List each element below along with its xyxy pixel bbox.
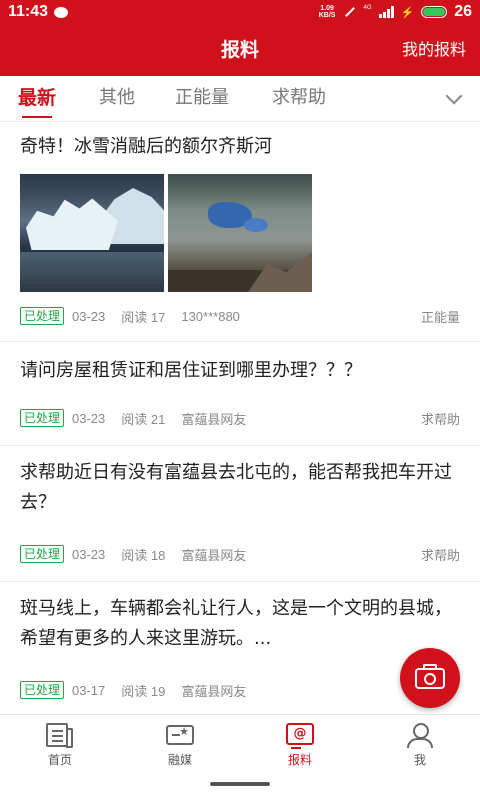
network-speed-value: 1.09 xyxy=(320,5,334,12)
media-icon xyxy=(166,725,194,745)
status-time: 11:43 xyxy=(8,3,49,20)
nav-label: 首页 xyxy=(47,753,72,767)
list-item[interactable]: 求帮助近日有没有富蕴县去北屯的，能否帮我把车开过去？ 已处理 03-23 阅读 … xyxy=(0,446,480,582)
nav-item-media[interactable]: 融媒 xyxy=(120,715,240,775)
tab-seek-help[interactable]: 求帮助 xyxy=(272,76,326,120)
system-gesture-area xyxy=(0,774,480,800)
post-date: 03-23 xyxy=(72,546,106,562)
nav-label: 融媒 xyxy=(167,753,192,767)
post-author: 130***880 xyxy=(181,308,240,324)
bottom-navigation: 首页 融媒 报料 我 xyxy=(0,714,480,774)
post-category: 求帮助 xyxy=(420,547,460,563)
post-meta: 已处理 03-17 阅读 19 富蕴县网友 xyxy=(20,680,460,700)
status-bar: 11:43 1.09 KB/S 4G ⚡ 26 xyxy=(0,0,480,24)
list-item[interactable]: 奇特！冰雪消融后的额尔齐斯河 已处理 03-23 阅读 17 130***880… xyxy=(0,122,480,342)
post-date: 03-23 xyxy=(72,410,106,426)
post-date: 03-23 xyxy=(72,308,106,324)
status-badge: 已处理 xyxy=(20,545,65,563)
nav-item-home[interactable]: 首页 xyxy=(0,715,120,775)
ice-blocks-image[interactable] xyxy=(20,174,164,292)
home-icon xyxy=(46,723,73,748)
tab-other[interactable]: 其他 xyxy=(99,76,135,120)
status-badge: 已处理 xyxy=(20,307,65,325)
mute-icon xyxy=(342,6,356,18)
status-badge: 已处理 xyxy=(20,681,65,699)
battery-icon xyxy=(421,6,448,18)
nav-label: 报料 xyxy=(287,753,312,767)
post-date: 03-17 xyxy=(72,682,106,698)
tab-latest[interactable]: 最新 xyxy=(18,76,56,120)
my-reports-button[interactable]: 我的报料 xyxy=(402,24,466,76)
network-speed-unit: KB/S xyxy=(318,12,336,19)
post-author: 富蕴县网友 xyxy=(181,411,247,427)
charging-icon: ⚡ xyxy=(400,6,415,19)
battery-fill xyxy=(423,8,446,16)
read-count: 阅读 21 xyxy=(121,411,166,427)
home-indicator[interactable] xyxy=(210,782,270,786)
chat-notification-icon xyxy=(54,6,69,18)
app-header: 报料 我的报料 xyxy=(0,24,480,76)
post-author: 富蕴县网友 xyxy=(181,683,247,699)
camera-report-button[interactable] xyxy=(400,648,460,708)
post-meta: 已处理 03-23 阅读 18 富蕴县网友 求帮助 xyxy=(20,544,460,564)
read-count: 阅读 17 xyxy=(121,309,166,325)
post-meta: 已处理 03-23 阅读 21 富蕴县网友 求帮助 xyxy=(20,408,460,428)
post-meta: 已处理 03-23 阅读 17 130***880 正能量 xyxy=(20,306,460,326)
status-indicators: 1.09 KB/S 4G ⚡ 26 xyxy=(319,3,472,21)
signal-icon xyxy=(378,6,394,18)
category-tab-bar: 最新 其他 正能量 求帮助 xyxy=(0,76,480,122)
nav-item-report[interactable]: 报料 xyxy=(240,715,360,775)
report-feed: 奇特！冰雪消融后的额尔齐斯河 已处理 03-23 阅读 17 130***880… xyxy=(0,122,480,714)
network-speed: 1.09 KB/S xyxy=(319,5,336,19)
read-count: 阅读 19 xyxy=(121,683,166,699)
list-item[interactable]: 请问房屋租赁证和居住证到哪里办理？？？ 已处理 03-23 阅读 21 富蕴县网… xyxy=(0,342,480,446)
post-category: 求帮助 xyxy=(420,411,460,427)
profile-icon xyxy=(406,723,434,748)
read-count: 阅读 18 xyxy=(121,547,166,563)
post-title[interactable]: 求帮助近日有没有富蕴县去北屯的，能否帮我把车开过去？ xyxy=(20,458,460,518)
status-badge: 已处理 xyxy=(20,409,65,427)
post-title[interactable]: 请问房屋租赁证和居住证到哪里办理？？？ xyxy=(20,356,460,386)
report-icon xyxy=(286,723,314,749)
ice-cave-image[interactable] xyxy=(168,174,312,292)
post-title[interactable]: 奇特！冰雪消融后的额尔齐斯河 xyxy=(20,132,460,162)
post-category: 正能量 xyxy=(420,309,460,325)
nav-item-me[interactable]: 我 xyxy=(360,715,480,775)
chevron-down-icon[interactable] xyxy=(445,87,463,105)
post-author: 富蕴县网友 xyxy=(181,547,247,563)
nav-label: 我 xyxy=(413,753,426,767)
tab-positive-energy[interactable]: 正能量 xyxy=(175,76,229,120)
post-title[interactable]: 斑马线上，车辆都会礼让行人，这是一个文明的县城，希望有更多的人来这里游玩。... xyxy=(20,594,460,654)
battery-level: 26 xyxy=(454,3,472,20)
network-type: 4G xyxy=(363,5,372,11)
